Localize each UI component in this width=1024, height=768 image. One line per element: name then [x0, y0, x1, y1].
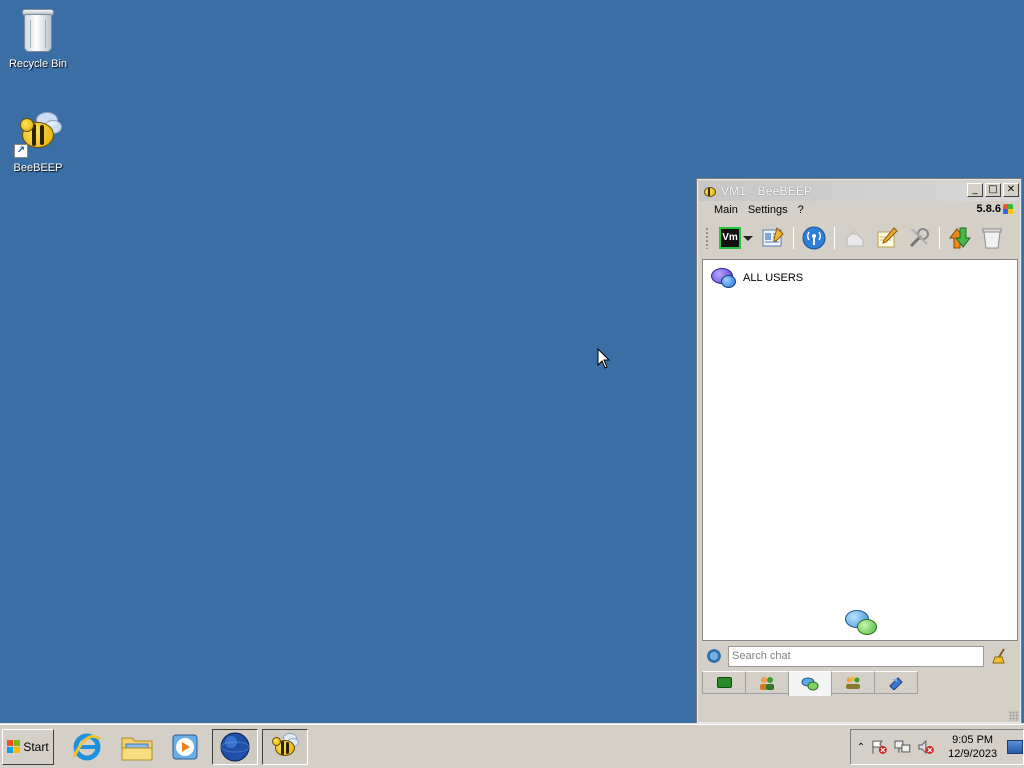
profile-edit-button[interactable] — [759, 224, 787, 252]
chats-tab-icon — [801, 677, 819, 691]
tab-chats[interactable] — [788, 671, 832, 696]
internet-explorer-icon — [72, 733, 101, 761]
recycle-bin-label: Recycle Bin — [8, 58, 68, 70]
users-tab-icon — [760, 676, 774, 690]
window-title: VM1 - BeeBEEP — [721, 184, 813, 198]
shortcut-arrow-icon: ↗ — [14, 144, 28, 158]
recycle-bin-shortcut[interactable]: Recycle Bin — [0, 6, 76, 70]
chat-name: ALL USERS — [743, 272, 804, 284]
menu-settings[interactable]: Settings — [743, 204, 793, 216]
tab-users[interactable] — [745, 671, 789, 694]
window-titlebar[interactable]: VM1 - BeeBEEP _ □ ✕ — [699, 181, 1019, 201]
home-tab-icon — [716, 677, 732, 688]
network-globe-button[interactable] — [212, 729, 258, 765]
beebeep-label: BeeBEEP — [13, 162, 63, 174]
windows-logo-icon — [7, 740, 21, 754]
tab-groups[interactable] — [831, 671, 875, 694]
clock-time: 9:05 PM — [952, 734, 994, 746]
user-status-button[interactable]: Vm — [717, 224, 755, 252]
toolbar-separator — [793, 227, 794, 249]
media-player-icon — [172, 734, 198, 760]
menu-help[interactable]: ? — [793, 204, 809, 216]
main-toolbar: Vm — [699, 221, 1019, 255]
notes-button[interactable] — [873, 224, 901, 252]
minimize-button[interactable]: _ — [967, 183, 983, 197]
menu-main[interactable]: Main — [709, 204, 743, 216]
taskbar: Start ⌃ 9:05 PM 12/9/2023 — [0, 724, 1024, 768]
beebeep-icon: ↗ — [14, 110, 62, 158]
beebeep-title-icon — [703, 184, 717, 198]
start-label: Start — [23, 740, 49, 754]
start-button[interactable]: Start — [2, 729, 54, 765]
chat-bubbles-icon — [845, 610, 879, 638]
group-chat-icon — [711, 266, 737, 290]
user-avatar-icon: Vm — [719, 227, 741, 249]
tools-button[interactable] — [905, 224, 933, 252]
file-transfer-button[interactable] — [946, 224, 974, 252]
media-player-button[interactable] — [162, 729, 208, 765]
gear-icon[interactable] — [706, 648, 722, 664]
maximize-button[interactable]: □ — [985, 183, 1001, 197]
toolbar-separator — [939, 227, 940, 249]
profile-edit-icon — [762, 227, 784, 247]
file-explorer-button[interactable] — [114, 729, 160, 765]
internet-explorer-button[interactable] — [64, 729, 110, 765]
clock[interactable]: 9:05 PM 12/9/2023 — [944, 733, 1001, 761]
close-button[interactable]: ✕ — [1003, 183, 1019, 197]
tools-icon — [909, 228, 929, 248]
shares-tab-icon — [889, 676, 903, 690]
volume-muted-icon[interactable] — [917, 739, 935, 755]
groups-tab-icon — [846, 676, 860, 689]
notes-icon — [877, 227, 898, 248]
list-item[interactable]: ALL USERS — [711, 266, 803, 290]
close-chat-button[interactable] — [978, 224, 1006, 252]
version-label: 5.8.6 — [977, 203, 1013, 215]
resize-grip[interactable] — [1009, 711, 1019, 721]
show-desktop-icon[interactable] — [1007, 740, 1023, 754]
plugins-button[interactable] — [841, 224, 869, 252]
network-globe-icon — [220, 732, 250, 762]
chat-list: ALL USERS — [702, 259, 1018, 641]
show-hidden-icons-button[interactable]: ⌃ — [855, 742, 867, 753]
language-flag-icon — [1003, 204, 1013, 214]
plugins-icon — [846, 229, 864, 247]
desktop: Recycle Bin ↗ BeeBEEP VM1 - BeeBEEP _ □ … — [0, 0, 1024, 724]
recycle-bin-icon — [14, 6, 62, 54]
chevron-down-icon — [743, 235, 753, 241]
clock-date: 12/9/2023 — [948, 748, 998, 760]
version-number: 5.8.6 — [976, 203, 1001, 215]
search-row — [702, 643, 1018, 669]
bottom-tabs — [702, 671, 918, 696]
tab-home[interactable] — [702, 671, 746, 694]
close-chat-icon — [982, 228, 1002, 249]
system-tray: ⌃ 9:05 PM 12/9/2023 — [850, 729, 1024, 765]
file-transfer-icon — [948, 227, 972, 249]
menu-bar: Main Settings ? 5.8.6 — [699, 201, 1019, 219]
search-input[interactable] — [728, 645, 984, 667]
toolbar-separator — [834, 227, 835, 249]
beebeep-taskbar-button[interactable] — [262, 729, 308, 765]
network-status-icon[interactable] — [894, 739, 912, 755]
action-center-flag-icon[interactable] — [870, 739, 888, 755]
clear-search-icon[interactable] — [992, 648, 1008, 664]
toolbar-grip[interactable] — [705, 227, 709, 249]
beebeep-icon — [269, 732, 301, 762]
file-explorer-icon — [121, 737, 153, 761]
mouse-cursor-icon — [597, 348, 611, 369]
beebeep-window: VM1 - BeeBEEP _ □ ✕ Main Settings ? 5.8.… — [696, 178, 1022, 724]
network-button[interactable] — [800, 224, 828, 252]
tab-shares[interactable] — [874, 671, 918, 694]
beebeep-shortcut[interactable]: ↗ BeeBEEP — [0, 110, 76, 174]
network-icon — [802, 226, 826, 250]
